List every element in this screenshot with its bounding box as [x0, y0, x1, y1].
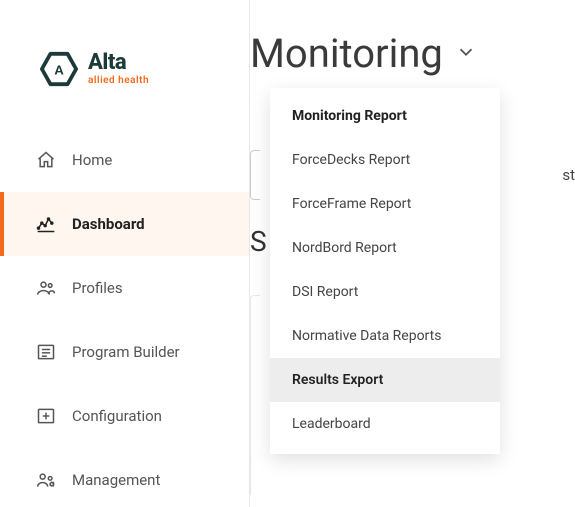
sidebar-item-configuration[interactable]: Configuration [0, 384, 249, 448]
sidebar-item-management[interactable]: Management [0, 448, 249, 507]
app-root: A Alta allied health Home Dashboard [0, 0, 575, 507]
sidebar-item-label: Configuration [72, 407, 162, 425]
dropdown-item-nordbord[interactable]: NordBord Report [270, 226, 500, 270]
sidebar-item-label: Management [72, 471, 160, 489]
dropdown-item-results-export[interactable]: Results Export [270, 358, 500, 402]
brand-logo: A Alta allied health [0, 0, 249, 118]
dropdown-item-forceframe[interactable]: ForceFrame Report [270, 182, 500, 226]
sidebar-item-home[interactable]: Home [0, 128, 249, 192]
brand-title: Alta [88, 52, 149, 74]
dropdown-item-dsi[interactable]: DSI Report [270, 270, 500, 314]
page-heading-dropdown-trigger[interactable]: Monitoring [250, 30, 575, 77]
chevron-down-icon [455, 41, 477, 67]
monitoring-dropdown: Monitoring Report ForceDecks Report Forc… [270, 88, 500, 454]
sidebar-item-label: Home [72, 151, 112, 169]
sidebar-item-label: Program Builder [72, 343, 180, 361]
sidebar-item-dashboard[interactable]: Dashboard [0, 192, 249, 256]
dropdown-header: Monitoring Report [270, 102, 500, 138]
sidebar-item-label: Profiles [72, 279, 123, 297]
config-icon [36, 406, 56, 426]
dropdown-item-normative[interactable]: Normative Data Reports [270, 314, 500, 358]
sidebar-item-program-builder[interactable]: Program Builder [0, 320, 249, 384]
dropdown-item-forcedecks[interactable]: ForceDecks Report [270, 138, 500, 182]
partial-input-left [250, 150, 260, 200]
chart-icon [36, 214, 56, 234]
profiles-icon [36, 278, 56, 298]
partial-panel-border [250, 295, 260, 495]
brand-text: Alta allied health [88, 52, 149, 86]
brand-subtitle: allied health [88, 76, 149, 86]
management-icon [36, 470, 56, 490]
sidebar-item-label: Dashboard [72, 215, 145, 233]
sidebar-item-profiles[interactable]: Profiles [0, 256, 249, 320]
logo-hexagon-icon: A [40, 50, 78, 88]
main-content: Monitoring st S Monitoring Report ForceD… [250, 0, 575, 507]
program-icon [36, 342, 56, 362]
sidebar: A Alta allied health Home Dashboard [0, 0, 250, 507]
dropdown-item-leaderboard[interactable]: Leaderboard [270, 402, 500, 446]
partial-text-right: st [562, 150, 575, 200]
sidebar-nav: Home Dashboard Profiles Program Builder [0, 118, 249, 507]
svg-text:A: A [54, 63, 64, 78]
home-icon [36, 150, 56, 170]
page-title: Monitoring [250, 30, 443, 77]
partial-heading-s: S [250, 225, 267, 258]
